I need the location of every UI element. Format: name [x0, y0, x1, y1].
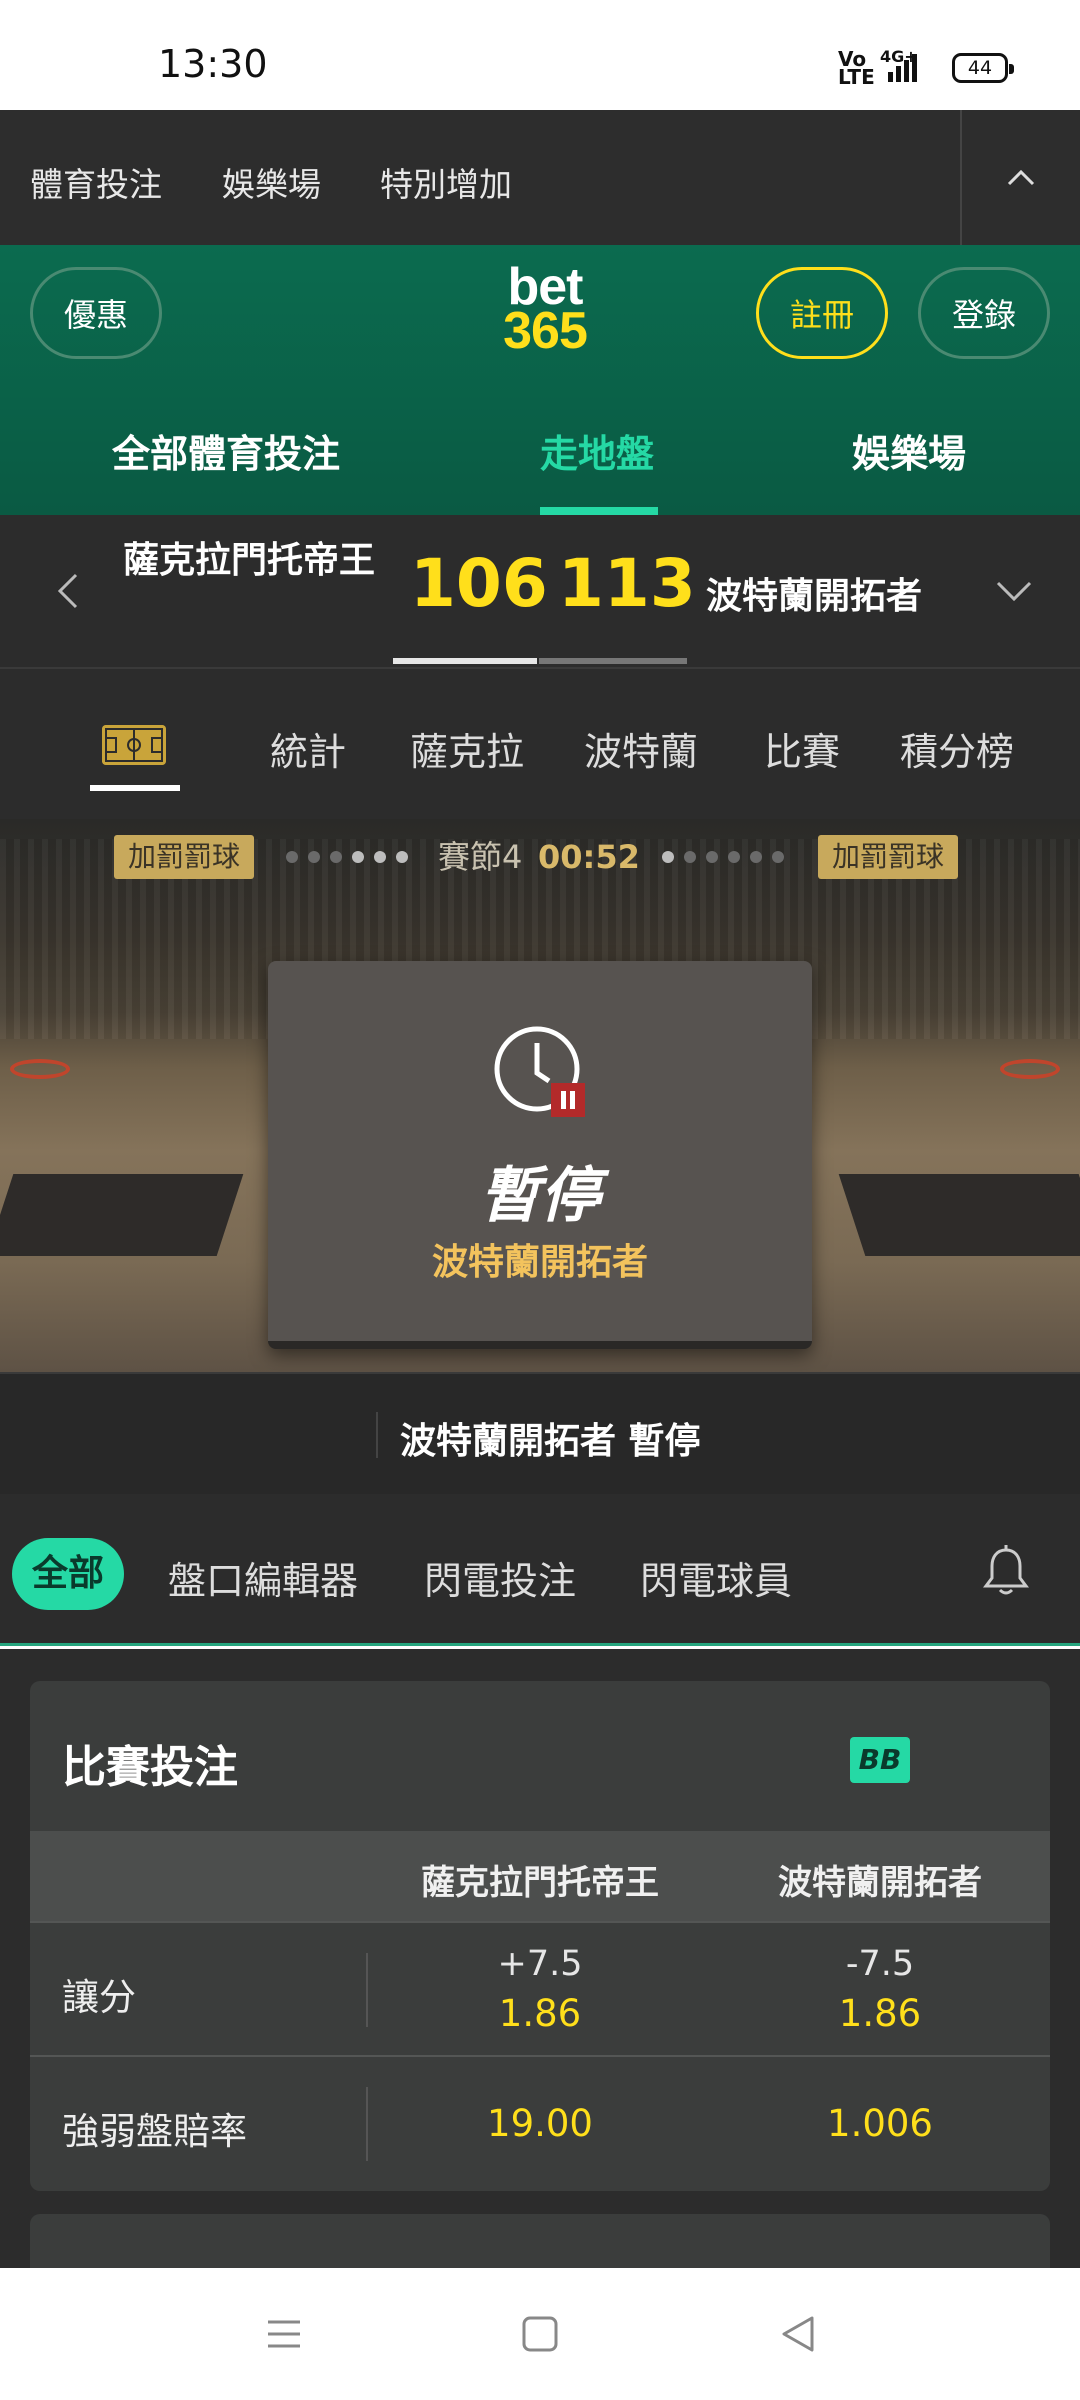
market-header-row: 薩克拉門托帝王 波特蘭開拓者 [30, 1831, 1050, 1921]
home-score: 106 [410, 545, 548, 622]
right-hoop [1000, 1059, 1060, 1079]
score-indicator-active [393, 658, 537, 664]
row-divider [366, 1953, 368, 2027]
penalty-badge-away: 加罰罰球 [818, 835, 959, 879]
timeout-title: 暫停 [480, 1161, 600, 1231]
handicap-line-home: +7.5 [497, 1944, 583, 1984]
game-period: 賽節4 [438, 838, 523, 876]
home-team-name: 薩克拉門托帝王 [122, 540, 375, 581]
court-visualization: 加罰罰球 賽節4 00:52 加罰罰球 暫停 波特蘭開拓者 [0, 819, 1080, 1372]
score-indicator-inactive [539, 658, 687, 664]
row-divider [366, 2087, 368, 2161]
tab-stats[interactable]: 統計 [270, 721, 346, 776]
top-nav-special[interactable]: 特別增加 [380, 158, 512, 206]
menu-icon[interactable] [262, 2312, 306, 2356]
column-away-team: 波特蘭開拓者 [778, 1863, 982, 1903]
moneyline-odds-away: 1.006 [827, 2102, 933, 2145]
event-text: 波特蘭開拓者 暫停 [400, 1421, 701, 1462]
odds-handicap-home[interactable]: +7.5 1.86 [370, 1939, 710, 2039]
brand-header: 優惠 bet 365 註冊 登錄 全部體育投注 走地盤 娛樂場 [0, 245, 1080, 515]
game-clock: 00:52 [538, 838, 640, 876]
left-hoop [10, 1059, 70, 1079]
filter-flash-players[interactable]: 閃電球員 [640, 1550, 792, 1605]
handicap-line-away: -7.5 [845, 1944, 915, 1984]
battery-icon: 44 [952, 53, 1014, 83]
handicap-odds-home: 1.86 [498, 1992, 582, 2035]
status-time: 13:30 [158, 42, 268, 86]
match-sub-tabs: 統計 薩克拉 波特蘭 比賽 積分榜 [0, 667, 1080, 819]
right-paint-area [838, 1174, 1080, 1256]
column-home-team: 薩克拉門托帝王 [421, 1863, 659, 1903]
filter-all[interactable]: 全部 [12, 1538, 124, 1610]
tab-portland[interactable]: 波特蘭 [584, 721, 698, 776]
filter-flash-bets[interactable]: 閃電投注 [424, 1550, 576, 1605]
bet365-logo[interactable]: bet 365 [490, 261, 600, 360]
away-foul-dots [662, 851, 784, 863]
status-bar: 13:30 Vo LTE 4G+ 44 [0, 0, 1080, 110]
login-button[interactable]: 登錄 [918, 267, 1050, 359]
top-nav: 體育投注 娛樂場 特別增加 [0, 110, 1080, 245]
odds-handicap-away[interactable]: -7.5 1.86 [710, 1939, 1050, 2039]
timeout-card: 暫停 波特蘭開拓者 [268, 961, 812, 1349]
tab-standings[interactable]: 積分榜 [900, 721, 1014, 776]
tab-sacramento[interactable]: 薩克拉 [410, 721, 524, 776]
penalty-badge-home: 加罰罰球 [114, 835, 255, 879]
tab-casino[interactable]: 娛樂場 [852, 423, 966, 478]
market-row-moneyline: 強弱盤賠率 19.00 1.006 [30, 2055, 1050, 2191]
tab-match[interactable]: 比賽 [764, 721, 840, 776]
moneyline-odds-home: 19.00 [487, 2102, 593, 2145]
match-betting-card: 比賽投注 BB 薩克拉門托帝王 波特蘭開拓者 讓分 +7.5 1.86 -7.5… [30, 1681, 1050, 2191]
top-nav-casino[interactable]: 娛樂場 [222, 158, 321, 206]
court-view-icon[interactable] [102, 725, 166, 765]
system-nav-bar [0, 2268, 1080, 2400]
tab-all-sports[interactable]: 全部體育投注 [112, 423, 340, 478]
row-label-moneyline: 強弱盤賠率 [62, 2110, 247, 2153]
scoreboard: 薩克拉門托帝王 106 113 波特蘭開拓者 [0, 515, 1080, 667]
row-label-handicap: 讓分 [62, 1976, 136, 2019]
volte-indicator: Vo LTE [838, 47, 875, 89]
away-team-name: 波特蘭開拓者 [706, 576, 923, 617]
top-nav-divider [960, 110, 962, 245]
clock-pause-icon [494, 1026, 585, 1117]
home-foul-dots [286, 851, 408, 863]
chevron-left-icon[interactable] [52, 571, 86, 611]
odds-moneyline-home[interactable]: 19.00 [370, 2099, 710, 2149]
bet-builder-badge: BB [850, 1737, 910, 1783]
event-separator [376, 1412, 378, 1458]
timeout-team: 波特蘭開拓者 [431, 1242, 648, 1283]
left-paint-area [0, 1174, 244, 1256]
register-button[interactable]: 註冊 [756, 267, 888, 359]
logo-text-365: 365 [503, 302, 588, 360]
handicap-odds-away: 1.86 [838, 1992, 922, 2035]
promotions-button[interactable]: 優惠 [30, 267, 162, 359]
court-tab-underline [90, 785, 180, 791]
chevron-up-icon[interactable] [1005, 162, 1037, 194]
chevron-down-icon[interactable] [994, 575, 1034, 605]
back-icon[interactable] [776, 2312, 820, 2356]
market-title[interactable]: 比賽投注 [62, 1731, 238, 1795]
market-filter-tabs: 全部 盤口編輯器 閃電投注 閃電球員 [0, 1494, 1080, 1646]
top-nav-sports[interactable]: 體育投注 [30, 158, 162, 206]
event-bar: 波特蘭開拓者 暫停 [0, 1372, 1080, 1494]
tab-in-play[interactable]: 走地盤 [540, 423, 654, 478]
markets-content: 比賽投注 BB 薩克拉門托帝王 波特蘭開拓者 讓分 +7.5 1.86 -7.5… [0, 1649, 1080, 2334]
odds-moneyline-away[interactable]: 1.006 [710, 2099, 1050, 2149]
market-row-handicap: 讓分 +7.5 1.86 -7.5 1.86 [30, 1921, 1050, 2055]
filter-bet-builder[interactable]: 盤口編輯器 [168, 1550, 358, 1605]
away-score: 113 [558, 545, 696, 622]
active-tab-indicator [540, 507, 658, 515]
home-icon[interactable] [518, 2312, 562, 2356]
bell-icon[interactable] [982, 1544, 1030, 1598]
